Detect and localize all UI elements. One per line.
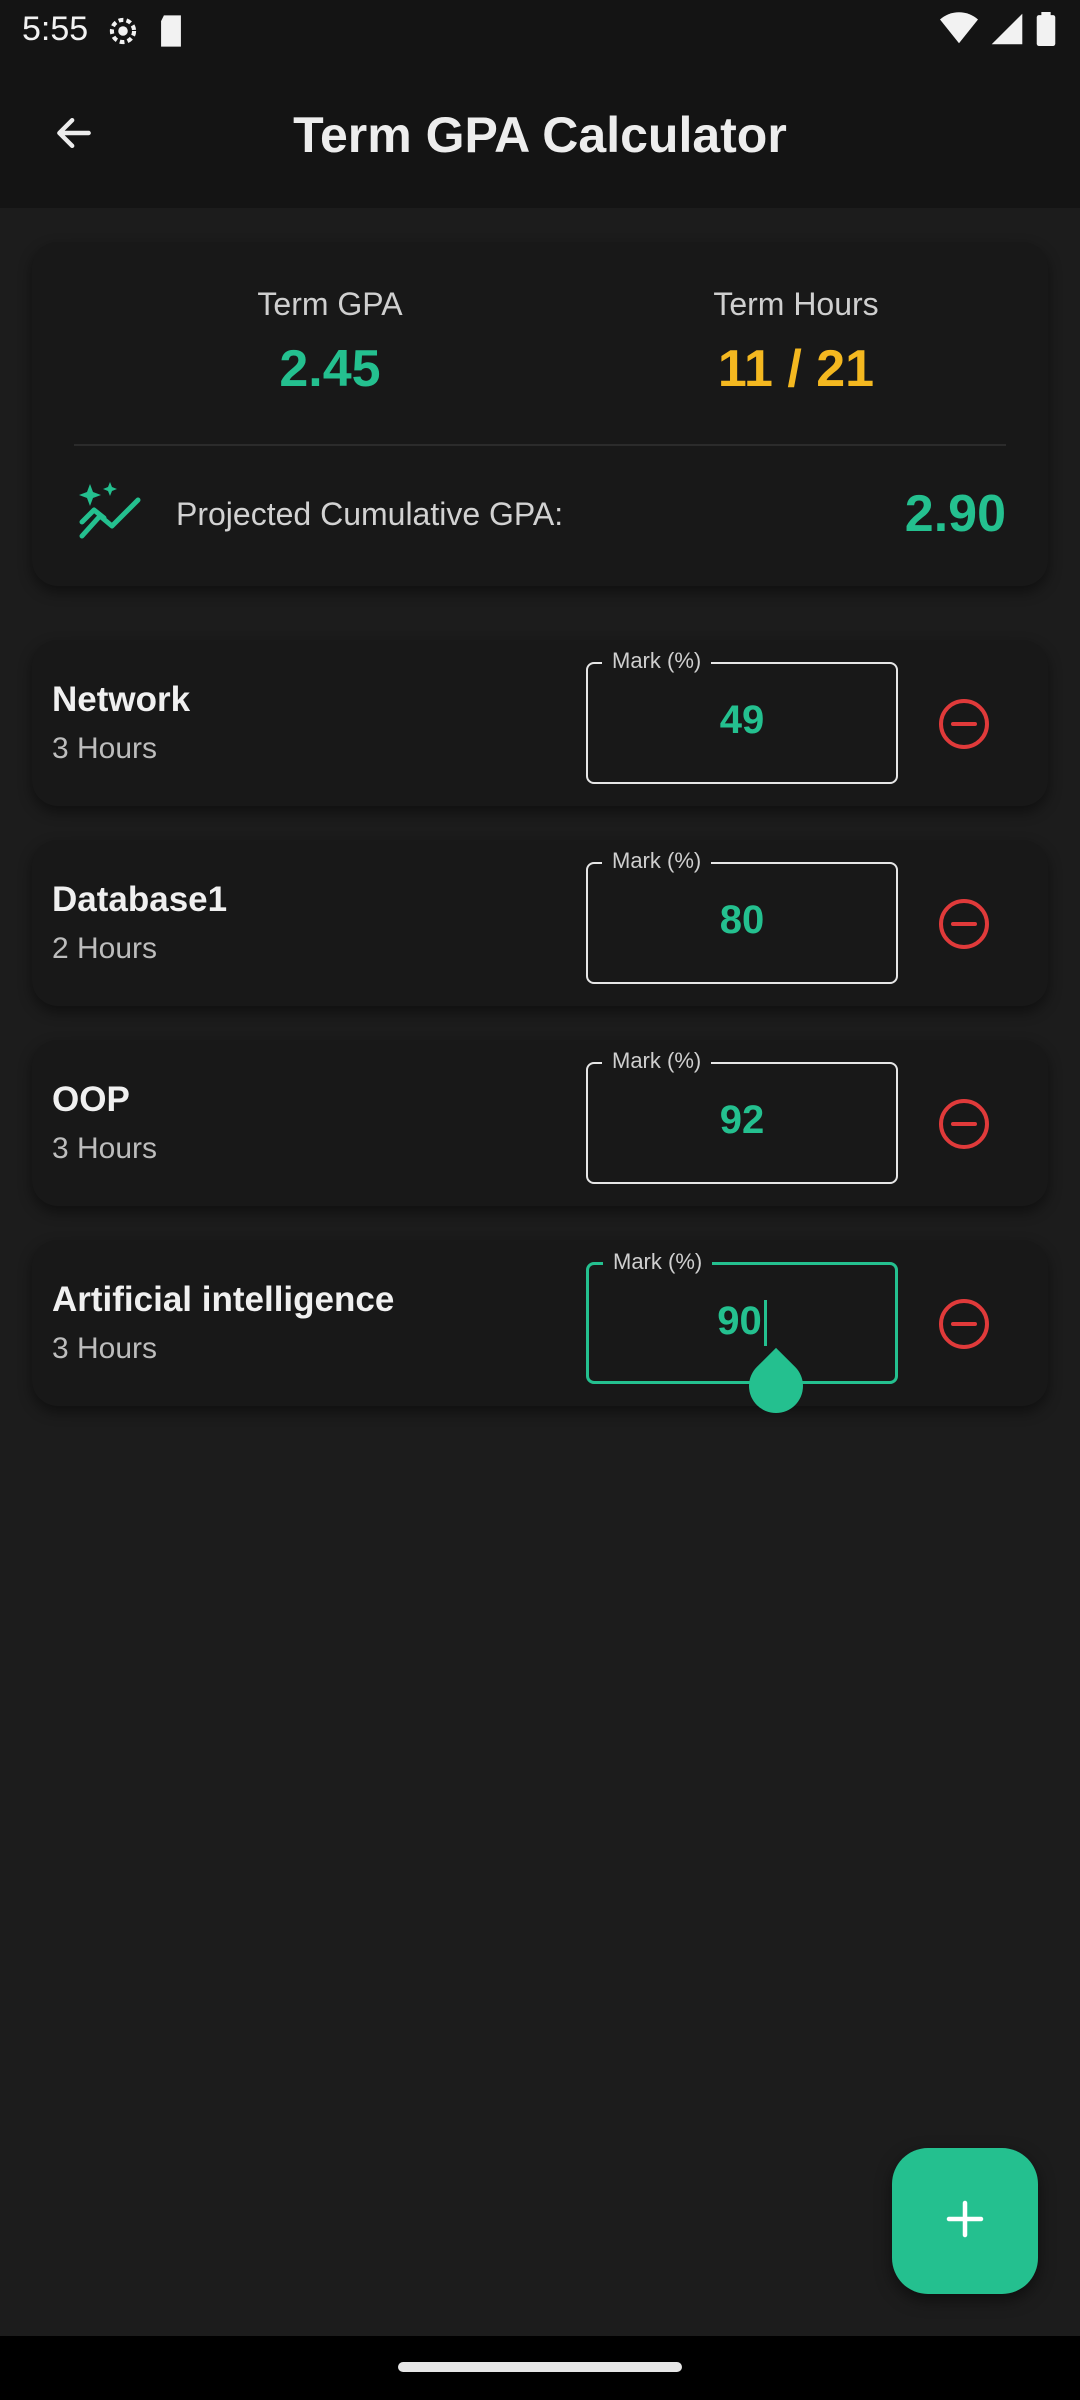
term-gpa-label: Term GPA	[257, 286, 403, 322]
status-bar: 5:55	[0, 0, 1080, 62]
mark-input-value: 49	[719, 698, 765, 742]
mark-input-value-wrap: 90	[589, 1299, 895, 1347]
term-hours-section: Term Hours 11 / 21	[596, 286, 996, 399]
remove-course-button[interactable]	[936, 1296, 992, 1352]
projected-gpa-row: Projected Cumulative GPA: 2.90	[74, 478, 1006, 550]
remove-circle-icon	[939, 699, 989, 749]
text-cursor	[763, 1300, 767, 1347]
course-hours: 3 Hours	[52, 1332, 158, 1365]
course-card: Artificial intelligence 3 Hours Mark (%)…	[32, 1240, 1048, 1425]
course-hours: 2 Hours	[52, 932, 158, 965]
sparkle-trend-icon	[76, 482, 146, 546]
course-hours: 3 Hours	[52, 732, 158, 765]
battery-icon	[1036, 12, 1056, 51]
mark-input-value: 80	[719, 898, 765, 942]
mark-input[interactable]: Mark (%) 92	[586, 1048, 898, 1184]
cellular-signal-icon	[990, 12, 1024, 51]
status-time: 5:55	[22, 10, 89, 48]
remove-course-button[interactable]	[936, 1096, 992, 1152]
mark-input-label: Mark (%)	[602, 648, 712, 674]
remove-circle-icon	[939, 899, 989, 949]
mark-input-label: Mark (%)	[602, 1048, 712, 1074]
page-title: Term GPA Calculator	[293, 107, 787, 163]
projected-gpa-label: Projected Cumulative GPA:	[176, 495, 564, 532]
sd-card-icon	[156, 14, 186, 53]
settings-gear-icon	[104, 12, 142, 55]
term-hours-value: 11 / 21	[717, 340, 875, 398]
course-name: OOP	[52, 1080, 130, 1119]
system-nav-bar	[0, 2336, 1080, 2400]
add-course-button[interactable]	[892, 2148, 1038, 2294]
wifi-icon	[940, 12, 978, 51]
home-indicator[interactable]	[398, 2362, 682, 2372]
course-card: Network 3 Hours Mark (%) 49	[32, 640, 1048, 806]
mark-input-label: Mark (%)	[602, 848, 712, 874]
remove-circle-icon	[939, 1099, 989, 1149]
course-name: Database1	[52, 880, 228, 919]
remove-course-button[interactable]	[936, 696, 992, 752]
term-gpa-section: Term GPA 2.45	[130, 286, 530, 399]
course-name: Network	[52, 680, 191, 719]
app-bar: Term GPA Calculator	[0, 62, 1080, 208]
course-name: Artificial intelligence	[52, 1280, 395, 1319]
summary-card: Term GPA 2.45 Term Hours 11 / 21 Project…	[32, 242, 1048, 586]
course-card: OOP 3 Hours Mark (%) 92	[32, 1040, 1048, 1206]
remove-course-button[interactable]	[936, 896, 992, 952]
mark-input-value: 92	[719, 1098, 765, 1142]
mark-input[interactable]: Mark (%) 80	[586, 848, 898, 984]
plus-icon	[943, 2197, 987, 2246]
course-card: Database1 2 Hours Mark (%) 80	[32, 840, 1048, 1006]
term-hours-label: Term Hours	[713, 286, 879, 322]
text-selection-handle[interactable]	[737, 1347, 815, 1425]
projected-gpa-value: 2.90	[904, 485, 1006, 543]
summary-divider	[74, 444, 1006, 446]
mark-input-focused[interactable]: Mark (%) 90	[586, 1249, 898, 1425]
term-gpa-value: 2.45	[279, 340, 381, 398]
mark-input-label: Mark (%)	[603, 1249, 713, 1275]
remove-circle-icon	[939, 1299, 989, 1349]
mark-input[interactable]: Mark (%) 49	[586, 648, 898, 784]
mark-input-value: 90	[717, 1299, 762, 1343]
course-hours: 3 Hours	[52, 1132, 158, 1165]
